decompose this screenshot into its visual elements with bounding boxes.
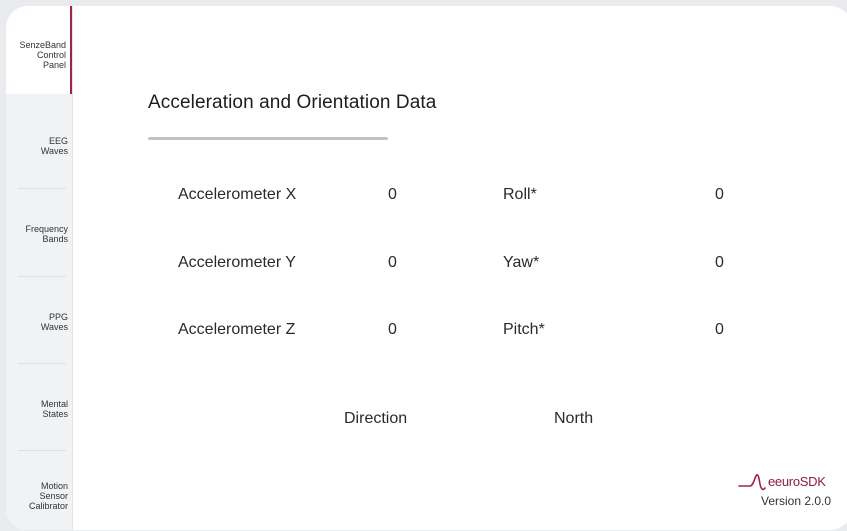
sidebar-divider (18, 276, 66, 277)
version-label: Version 2.0.0 (761, 494, 832, 508)
sidebar-item-label: Frequency Bands (25, 224, 68, 244)
roll-label: Roll* (503, 186, 537, 203)
pitch-label: Pitch* (503, 321, 545, 338)
page-title: Acceleration and Orientation Data (148, 92, 437, 113)
yaw-label: Yaw* (503, 254, 540, 271)
sidebar-divider (18, 188, 66, 189)
sidebar-item-label: Mental States (40, 399, 68, 419)
yaw-value: 0 (715, 254, 724, 271)
brand-logo: eeuroSDK Version 2.0.0 (736, 472, 847, 522)
accelerometer-y-value: 0 (388, 254, 397, 271)
direction-label: Direction (344, 410, 408, 427)
sidebar-divider (18, 363, 66, 364)
accelerometer-x-label: Accelerometer X (178, 186, 297, 203)
sidebar-item-motion-sensor-calibrator[interactable]: Motion Sensor Calibrator (6, 452, 72, 530)
sidebar-item-label: SenzeBand Control Panel (19, 40, 66, 70)
accelerometer-z-label: Accelerometer Z (178, 321, 296, 338)
title-underline (148, 137, 388, 140)
direction-value: North (554, 410, 594, 427)
sidebar-item-control-panel[interactable]: SenzeBand Control Panel (6, 6, 72, 94)
accelerometer-y-label: Accelerometer Y (178, 254, 296, 271)
sidebar-item-frequency-bands[interactable]: Frequency Bands (6, 190, 72, 278)
accelerometer-x-value: 0 (388, 186, 397, 203)
sidebar-item-ppg-waves[interactable]: PPG Waves (6, 278, 72, 366)
roll-value: 0 (715, 186, 724, 203)
sidebar-item-label: EEG Waves (40, 136, 68, 156)
sidebar-item-label: PPG Waves (40, 312, 68, 332)
sidebar-item-eeg-waves[interactable]: EEG Waves (6, 102, 72, 190)
pitch-value: 0 (715, 321, 724, 338)
sidebar: SenzeBand Control Panel EEG Waves Freque… (6, 6, 73, 530)
accelerometer-z-value: 0 (388, 321, 397, 338)
sidebar-item-label: Motion Sensor Calibrator (28, 481, 68, 511)
logo-text: eeuroSDK (768, 474, 826, 489)
sidebar-divider (18, 450, 66, 451)
sidebar-item-mental-states[interactable]: Mental States (6, 365, 72, 453)
